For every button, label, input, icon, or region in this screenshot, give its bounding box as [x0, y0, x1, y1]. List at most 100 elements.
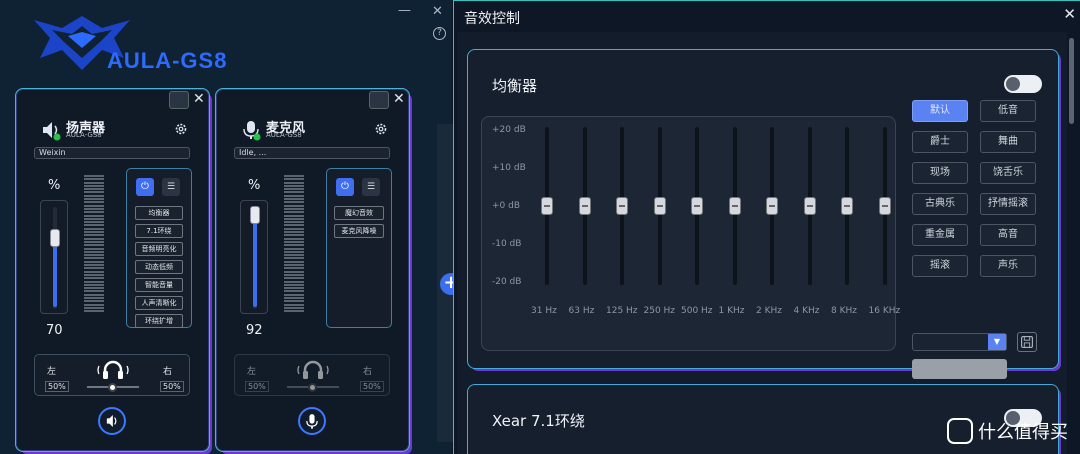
meter-bar [84, 234, 104, 237]
eq-frequency-label: 250 Hz [643, 306, 676, 316]
save-icon[interactable] [1017, 332, 1037, 352]
effect-equalizer[interactable]: 均衡器 [135, 206, 183, 220]
bulb-icon[interactable] [369, 91, 389, 109]
close-button[interactable]: ✕ [432, 4, 443, 19]
meter-bar [84, 260, 104, 263]
percent-label: % [248, 178, 261, 193]
preset-live[interactable]: 现场 [912, 162, 968, 184]
card-close-button[interactable]: ✕ [393, 91, 405, 107]
eq-frequency-label: 31 Hz [531, 306, 557, 316]
help-icon[interactable]: ? [433, 27, 446, 40]
meter-bar [84, 181, 104, 184]
db-label: +0 dB [492, 201, 521, 211]
meter-bar [284, 264, 304, 267]
meter-bar [84, 273, 104, 276]
eq-band-handle[interactable] [766, 197, 778, 215]
meter-bar [284, 260, 304, 263]
preset-jazz[interactable]: 爵士 [912, 131, 968, 153]
preset-bass[interactable]: 低音 [980, 100, 1036, 122]
settings-sliders-icon[interactable]: ☰ [162, 178, 180, 196]
settings-sliders-icon[interactable]: ☰ [362, 178, 380, 196]
minimize-button[interactable]: — [398, 3, 411, 18]
meter-bar [284, 184, 304, 187]
preset-classical[interactable]: 古典乐 [912, 193, 968, 215]
effect-surround[interactable]: 7.1环绕 [135, 224, 183, 238]
eq-band-handle[interactable] [691, 197, 703, 215]
preset-rap[interactable]: 饶舌乐 [980, 162, 1036, 184]
effects-scroll-area: 均衡器 +20 dB +10 dB +0 dB -10 dB -20 dB 31… [457, 32, 1067, 454]
effect-brighten[interactable]: 音频明亮化 [135, 242, 183, 256]
volume-slider-handle[interactable] [50, 228, 60, 247]
balance-right-value: 50% [360, 381, 384, 392]
db-label: +10 dB [492, 163, 526, 173]
equalizer-section: 均衡器 +20 dB +10 dB +0 dB -10 dB -20 dB 31… [467, 49, 1059, 379]
meter-bar [284, 237, 304, 240]
meter-bar [284, 217, 304, 220]
eq-frequency-label: 2 KHz [756, 306, 782, 316]
eq-band-handle[interactable] [878, 197, 891, 215]
meter-bar [84, 296, 104, 299]
gear-icon[interactable] [174, 122, 188, 136]
meter-bar [84, 237, 104, 240]
device-model: AULA-GS8 [266, 131, 302, 139]
meter-bar [284, 283, 304, 286]
effect-magic-voice[interactable]: 魔幻音效 [334, 206, 384, 220]
meter-bar [284, 188, 304, 191]
effect-voice-clarity[interactable]: 人声清晰化 [135, 296, 183, 310]
balance-right-value: 50% [160, 381, 184, 392]
balance-control: 左 右 50% 50% [234, 354, 390, 396]
preset-name-field[interactable] [912, 359, 1007, 379]
effect-noise-reduction[interactable]: 麦克风降噪 [334, 224, 384, 238]
meter-bar [284, 191, 304, 194]
bulb-icon[interactable] [169, 91, 189, 109]
meter-bar [84, 221, 104, 224]
balance-slider-handle[interactable] [308, 383, 317, 392]
eq-frequency-label: 1 KHz [718, 306, 745, 316]
effect-smart-volume[interactable]: 智能音量 [135, 278, 183, 292]
effect-dynamic-bass[interactable]: 动态低频 [135, 260, 183, 274]
eq-band-handle[interactable] [616, 197, 628, 215]
meter-bar [84, 287, 104, 290]
eq-band-handle[interactable] [803, 197, 816, 215]
power-icon[interactable]: ⏻ [336, 178, 354, 196]
balance-left-label: 左 [247, 367, 257, 377]
effect-surround-expand[interactable]: 环绕扩增 [135, 314, 183, 328]
preset-heavy-metal[interactable]: 重金属 [912, 224, 968, 246]
eq-band-handle[interactable] [841, 197, 853, 215]
volume-slider[interactable] [40, 200, 68, 314]
meter-bar [84, 270, 104, 273]
preset-dance[interactable]: 舞曲 [980, 131, 1036, 153]
eq-band-handle[interactable] [728, 197, 741, 215]
volume-slider[interactable] [240, 200, 268, 314]
app-source-field: Weixin [34, 147, 190, 159]
mic-mute-button[interactable] [298, 407, 326, 435]
headphone-icon [297, 360, 329, 379]
scrollbar[interactable] [1069, 38, 1074, 124]
power-icon[interactable]: ⏻ [136, 178, 154, 196]
meter-bar [84, 211, 104, 214]
volume-value: 70 [46, 323, 63, 338]
balance-slider-handle[interactable] [108, 383, 117, 392]
meter-bar [284, 178, 304, 181]
gear-icon[interactable] [374, 122, 388, 136]
meter-bar [284, 280, 304, 283]
meter-bar [84, 293, 104, 296]
volume-slider-handle[interactable] [250, 206, 260, 225]
eq-band-handle[interactable] [578, 197, 591, 215]
meter-bar [84, 283, 104, 286]
close-button[interactable]: ✕ [1063, 5, 1076, 23]
preset-treble[interactable]: 高音 [980, 224, 1036, 246]
preset-default[interactable]: 默认 [912, 100, 968, 122]
equalizer-toggle[interactable] [1004, 75, 1042, 93]
eq-band-handle[interactable] [653, 197, 666, 215]
meter-bar [284, 296, 304, 299]
preset-rock[interactable]: 摇滚 [912, 255, 968, 277]
custom-preset-select[interactable]: ▼ [912, 333, 1007, 351]
meter-bar [284, 214, 304, 217]
speaker-mute-button[interactable] [98, 407, 126, 435]
preset-soft-rock[interactable]: 抒情摇滚 [980, 193, 1036, 215]
preset-vocal[interactable]: 声乐 [980, 255, 1036, 277]
eq-band-handle[interactable] [541, 197, 553, 215]
card-close-button[interactable]: ✕ [193, 91, 205, 107]
meter-bar [84, 227, 104, 230]
